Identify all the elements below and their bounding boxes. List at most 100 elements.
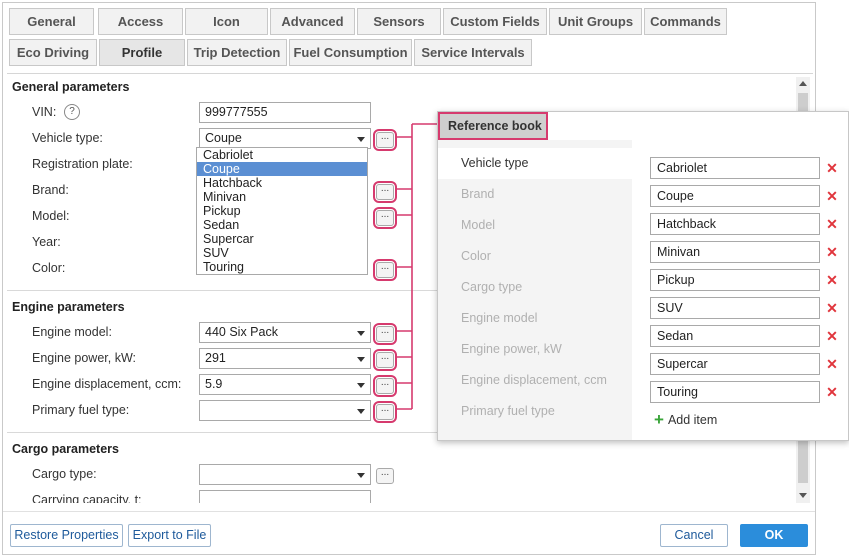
tab-commands[interactable]: Commands: [644, 8, 727, 35]
cargo-type-reference-button[interactable]: ...: [376, 468, 394, 484]
tab-service-intervals[interactable]: Service Intervals: [414, 39, 532, 66]
delete-icon[interactable]: ✕: [825, 241, 839, 263]
primary-fuel-type-select[interactable]: [199, 400, 371, 421]
engine-power-select[interactable]: 291: [199, 348, 371, 369]
cancel-button[interactable]: Cancel: [660, 524, 728, 547]
category-primary-fuel-type[interactable]: Primary fuel type: [438, 396, 632, 427]
tab-icon[interactable]: Icon: [185, 8, 268, 35]
category-model[interactable]: Model: [438, 210, 632, 241]
help-icon[interactable]: ?: [64, 104, 80, 120]
tab-unit-groups[interactable]: Unit Groups: [549, 8, 642, 35]
engine-model-value: 440 Six Pack: [205, 325, 278, 339]
brand-reference-button[interactable]: ...: [373, 181, 397, 203]
engine-model-select[interactable]: 440 Six Pack: [199, 322, 371, 343]
category-vehicle-type[interactable]: Vehicle type: [438, 148, 632, 179]
vehicle-type-reference-button[interactable]: ...: [373, 129, 397, 151]
color-reference-button[interactable]: ...: [373, 259, 397, 281]
reference-item-field[interactable]: Touring: [650, 381, 820, 403]
engine-model-label: Engine model:: [32, 325, 112, 339]
delete-icon[interactable]: ✕: [825, 269, 839, 291]
category-engine-model[interactable]: Engine model: [438, 303, 632, 334]
tab-sensors[interactable]: Sensors: [357, 8, 441, 35]
carrying-capacity-label: Carrying capacity, t:: [32, 493, 142, 503]
dropdown-arrow-icon: [357, 383, 365, 388]
delete-icon[interactable]: ✕: [825, 157, 839, 179]
dropdown-option[interactable]: Supercar: [197, 232, 367, 246]
reference-book-title: Reference book: [438, 112, 548, 140]
reference-item-list: Cabriolet ✕ Coupe ✕ Hatchback ✕ Minivan …: [650, 140, 845, 440]
delete-icon[interactable]: ✕: [825, 213, 839, 235]
category-color[interactable]: Color: [438, 241, 632, 272]
dropdown-option[interactable]: SUV: [197, 246, 367, 260]
color-label: Color:: [32, 261, 66, 275]
plus-icon: +: [654, 410, 664, 429]
dropdown-option[interactable]: Hatchback: [197, 176, 367, 190]
dropdown-option-selected[interactable]: Coupe: [197, 162, 367, 176]
dropdown-option[interactable]: Minivan: [197, 190, 367, 204]
vehicle-type-dropdown-list[interactable]: Cabriolet Coupe Hatchback Minivan Pickup…: [196, 147, 368, 275]
reference-item-field[interactable]: Minivan: [650, 241, 820, 263]
reference-item-field[interactable]: SUV: [650, 297, 820, 319]
dropdown-arrow-icon: [357, 473, 365, 478]
category-cargo-type[interactable]: Cargo type: [438, 272, 632, 303]
cargo-type-select[interactable]: [199, 464, 371, 485]
engine-parameters-title: Engine parameters: [12, 300, 125, 314]
delete-icon[interactable]: ✕: [825, 381, 839, 403]
model-reference-button[interactable]: ...: [373, 207, 397, 229]
engine-power-label: Engine power, kW:: [32, 351, 136, 365]
engine-displacement-value: 5.9: [205, 377, 223, 391]
scroll-up-icon[interactable]: [799, 81, 807, 86]
tab-fuel-consumption[interactable]: Fuel Consumption: [289, 39, 412, 66]
category-brand[interactable]: Brand: [438, 179, 632, 210]
dialog-footer: Restore Properties Export to File Cancel…: [3, 511, 815, 555]
vin-label: VIN:: [32, 105, 57, 119]
vin-field[interactable]: 999777555: [199, 102, 371, 123]
engine-power-reference-button[interactable]: ...: [373, 349, 397, 371]
dropdown-arrow-icon: [357, 137, 365, 142]
vehicle-type-value: Coupe: [205, 131, 242, 145]
tab-access[interactable]: Access: [98, 8, 183, 35]
engine-model-reference-button[interactable]: ...: [373, 323, 397, 345]
dropdown-option[interactable]: Cabriolet: [197, 148, 367, 162]
engine-displacement-reference-button[interactable]: ...: [373, 375, 397, 397]
reference-item-field[interactable]: Hatchback: [650, 213, 820, 235]
dropdown-arrow-icon: [357, 357, 365, 362]
reference-item-field[interactable]: Sedan: [650, 325, 820, 347]
carrying-capacity-field[interactable]: [199, 490, 371, 503]
vehicle-type-select[interactable]: Coupe: [199, 128, 371, 149]
primary-fuel-type-reference-button[interactable]: ...: [373, 401, 397, 423]
category-engine-displacement[interactable]: Engine displacement, ccm: [438, 365, 632, 396]
general-parameters-title: General parameters: [12, 80, 130, 94]
tab-eco-driving[interactable]: Eco Driving: [9, 39, 97, 66]
add-item-button[interactable]: + Add item: [654, 410, 717, 430]
delete-icon[interactable]: ✕: [825, 353, 839, 375]
tab-advanced[interactable]: Advanced: [270, 8, 355, 35]
cargo-parameters-title: Cargo parameters: [12, 442, 119, 456]
delete-icon[interactable]: ✕: [825, 185, 839, 207]
tab-custom-fields[interactable]: Custom Fields: [443, 8, 547, 35]
category-engine-power[interactable]: Engine power, kW: [438, 334, 632, 365]
delete-icon[interactable]: ✕: [825, 297, 839, 319]
export-to-file-button[interactable]: Export to File: [128, 524, 211, 547]
ok-button[interactable]: OK: [740, 524, 808, 547]
tab-trip-detection[interactable]: Trip Detection: [187, 39, 287, 66]
reference-item-field[interactable]: Supercar: [650, 353, 820, 375]
dropdown-option[interactable]: Touring: [197, 260, 367, 274]
reference-item-field[interactable]: Pickup: [650, 269, 820, 291]
dropdown-option[interactable]: Pickup: [197, 204, 367, 218]
registration-plate-label: Registration plate:: [32, 157, 133, 171]
scroll-down-icon[interactable]: [799, 493, 807, 498]
tab-profile[interactable]: Profile: [99, 39, 185, 66]
dropdown-option[interactable]: Sedan: [197, 218, 367, 232]
dropdown-arrow-icon: [357, 331, 365, 336]
reference-item-field[interactable]: Cabriolet: [650, 157, 820, 179]
restore-properties-button[interactable]: Restore Properties: [10, 524, 123, 547]
engine-displacement-select[interactable]: 5.9: [199, 374, 371, 395]
year-label: Year:: [32, 235, 61, 249]
reference-category-list: Vehicle type Brand Model Color Cargo typ…: [438, 140, 632, 440]
reference-item-field[interactable]: Coupe: [650, 185, 820, 207]
engine-displacement-label: Engine displacement, ccm:: [32, 377, 182, 391]
delete-icon[interactable]: ✕: [825, 325, 839, 347]
dropdown-arrow-icon: [357, 409, 365, 414]
tab-general[interactable]: General: [9, 8, 94, 35]
